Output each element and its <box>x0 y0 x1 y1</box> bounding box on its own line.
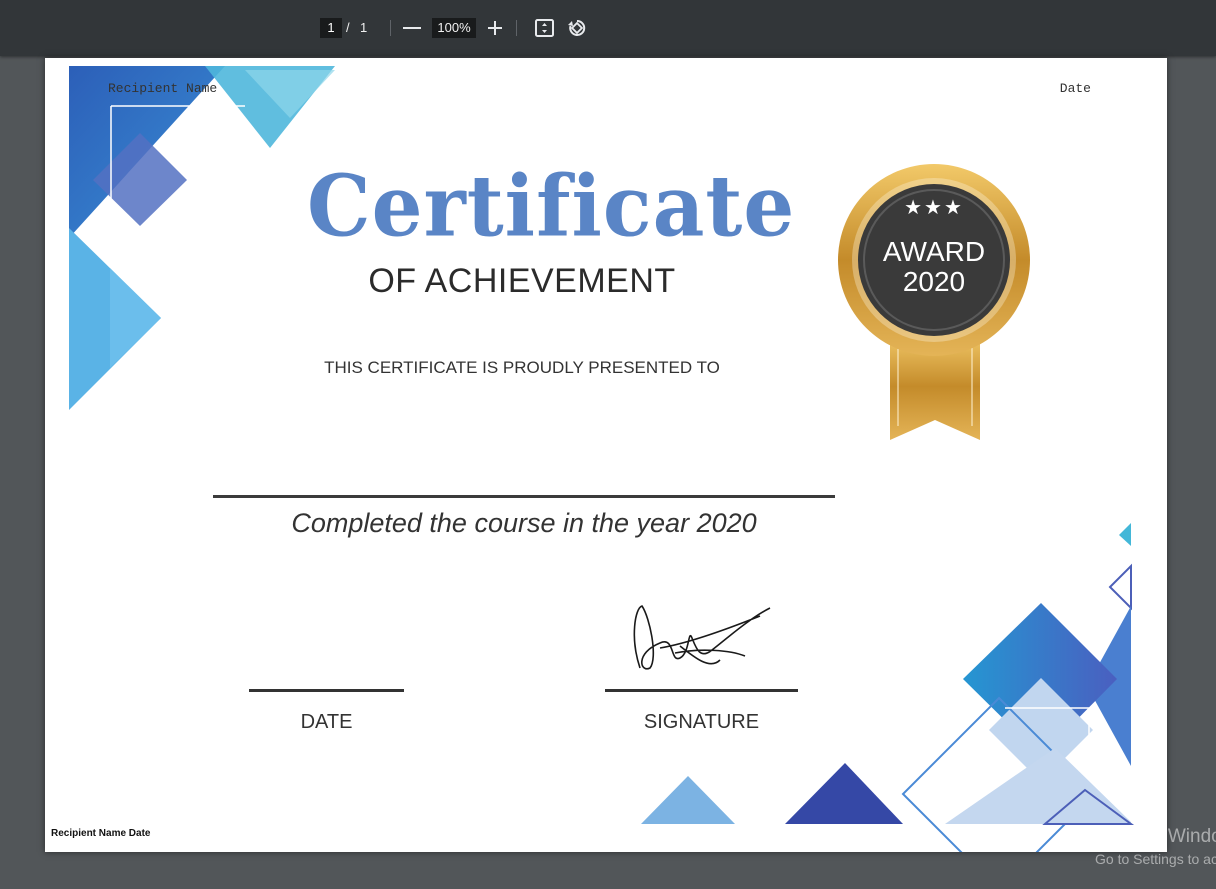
activate-windows-title: Activate Windows <box>1095 826 1216 847</box>
date-label: DATE <box>300 711 353 733</box>
footer-text: Recipient Name Date <box>51 828 151 839</box>
toolbar-divider <box>390 20 391 36</box>
recipient-name-field[interactable]: Recipient Name <box>108 81 217 96</box>
presented-to-text: THIS CERTIFICATE IS PROUDLY PRESENTED TO <box>324 358 720 377</box>
certificate-subtitle: OF ACHIEVEMENT <box>368 262 676 300</box>
page-separator: / <box>346 20 350 35</box>
page-total: 1 <box>360 20 368 35</box>
page-number-input[interactable] <box>320 18 342 38</box>
activate-windows-subtitle: Go to Settings to activate Windows. <box>1095 851 1216 867</box>
certificate-title: Certificate <box>307 156 796 256</box>
fit-page-icon[interactable] <box>535 19 554 37</box>
date-field[interactable]: Date <box>1060 81 1091 96</box>
zoom-level[interactable]: 100% <box>432 18 476 38</box>
pdf-page: ★★★ AWARD 2020 Recipient Name Date Certi… <box>45 58 1167 852</box>
date-line <box>249 689 404 692</box>
recipient-name-line <box>213 495 835 498</box>
signature-line <box>605 689 798 692</box>
badge-stars: ★★★ <box>904 195 964 219</box>
toolbar-divider <box>516 20 517 36</box>
signature-image <box>633 605 771 670</box>
badge-line1: AWARD <box>882 236 986 267</box>
badge-line2: 2020 <box>902 266 966 297</box>
completion-text: Completed the course in the year 2020 <box>291 508 757 538</box>
pdf-toolbar: / 1 100% <box>0 0 1216 56</box>
zoom-out-icon[interactable] <box>403 27 421 29</box>
signature-label: SIGNATURE <box>643 711 760 733</box>
rotate-icon[interactable] <box>567 18 587 38</box>
